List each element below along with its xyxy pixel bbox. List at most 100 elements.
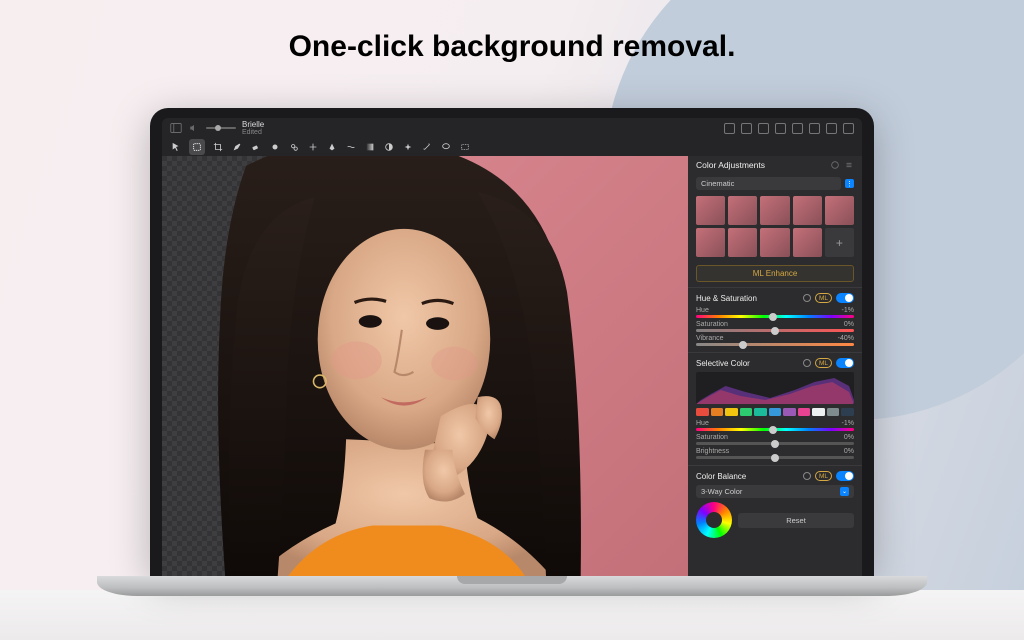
section-title: Selective Color [696,359,803,368]
sel-saturation-slider[interactable]: Saturation0% [696,434,854,445]
marketing-headline: One-click background removal. [0,30,1024,64]
preset-thumb[interactable] [760,196,789,225]
preset-thumb[interactable] [696,228,725,257]
section-title: Hue & Saturation [696,294,803,303]
sel-brightness-slider[interactable]: Brightness0% [696,448,854,459]
preset-thumb[interactable] [696,196,725,225]
add-icon[interactable] [809,123,820,134]
preset-thumb[interactable] [825,196,854,225]
vibrance-slider[interactable]: Vibrance-40% [696,335,854,346]
clone-tool[interactable] [288,141,300,153]
preset-name: Cinematic [696,177,841,190]
color-swatch[interactable] [711,408,724,416]
preset-selector[interactable]: Cinematic ⋮ [688,174,862,193]
panel-menu-icon[interactable] [844,160,854,170]
warp-tool[interactable] [345,141,357,153]
sidebar-icon[interactable] [170,122,182,134]
adjust-tool[interactable] [383,141,395,153]
color-swatch[interactable] [841,408,854,416]
add-preset-button[interactable]: + [825,228,854,257]
preset-thumb[interactable] [793,196,822,225]
arrow-tool[interactable] [170,141,182,153]
preset-thumb[interactable] [728,228,757,257]
reset-button[interactable]: Reset [738,513,854,528]
volume-icon[interactable] [188,122,200,134]
hue-slider[interactable]: Hue-1% [696,307,854,318]
preset-thumb[interactable] [760,228,789,257]
ml-badge: ML [815,293,832,303]
panel-reset-icon[interactable] [830,160,840,170]
ml-badge: ML [815,358,832,368]
photo-subject [162,156,688,576]
preset-menu-icon[interactable]: ⋮ [845,179,854,188]
hue-saturation-section: Hue & Saturation ML Hue-1% Saturation0% [688,287,862,352]
info-icon[interactable] [775,123,786,134]
laptop-base [97,576,927,596]
adjustments-panel: Color Adjustments Cinematic ⋮ [688,156,862,576]
inspector-icon[interactable] [843,123,854,134]
preset-thumb[interactable] [793,228,822,257]
panel-title: Color Adjustments [696,160,765,170]
repair-tool[interactable] [307,141,319,153]
crop-tool[interactable] [212,141,224,153]
color-swatch[interactable] [769,408,782,416]
document-name: Brielle [242,120,264,129]
section-toggle[interactable] [836,358,854,368]
effects-tool[interactable] [402,141,414,153]
balance-mode-dropdown[interactable]: 3-Way Color ⌄ [696,485,854,498]
screen-bezel: Brielle Edited [150,108,874,576]
person-icon[interactable] [741,123,752,134]
export-icon[interactable] [792,123,803,134]
layers-icon[interactable] [724,123,735,134]
main-area: ✕ [162,156,862,576]
pen-tool[interactable] [326,141,338,153]
color-swatches [696,408,854,416]
canvas[interactable]: ✕ [162,156,688,576]
saturation-slider[interactable]: Saturation0% [696,321,854,332]
wand-tool[interactable] [421,141,433,153]
tools-toolbar [162,138,862,156]
text-icon[interactable] [758,123,769,134]
color-swatch[interactable] [740,408,753,416]
section-toggle[interactable] [836,293,854,303]
sel-hue-slider[interactable]: Hue-1% [696,420,854,431]
color-swatch[interactable] [827,408,840,416]
preset-thumbnails: + [688,193,862,260]
document-info: Brielle Edited [242,120,264,136]
eraser-tool[interactable] [250,141,262,153]
color-swatch[interactable] [696,408,709,416]
desk-surface [0,590,1024,640]
selective-color-section: Selective Color ML [688,352,862,465]
panel-header: Color Adjustments [688,156,862,174]
chevron-down-icon: ⌄ [840,487,849,496]
document-status: Edited [242,129,264,136]
color-swatch[interactable] [783,408,796,416]
gradient-tool[interactable] [364,141,376,153]
ml-enhance-button[interactable]: ML Enhance [696,265,854,282]
titlebar-actions [724,123,854,134]
section-toggle[interactable] [836,471,854,481]
app-screen: Brielle Edited [162,118,862,576]
lasso-tool[interactable] [440,141,452,153]
color-balance-section: Color Balance ML 3-Way Color ⌄ Reset [688,465,862,541]
color-swatch[interactable] [754,408,767,416]
reset-icon[interactable] [803,294,811,302]
color-swatch[interactable] [812,408,825,416]
color-wheel[interactable] [696,502,732,538]
brush-tool[interactable] [231,141,243,153]
selection-tool[interactable] [189,139,205,155]
reset-icon[interactable] [803,359,811,367]
ml-badge: ML [815,471,832,481]
zoom-slider[interactable] [206,127,236,129]
paint-tool[interactable] [269,141,281,153]
share-icon[interactable] [826,123,837,134]
laptop-mockup: Brielle Edited [150,108,874,596]
histogram [696,372,854,404]
preset-thumb[interactable] [728,196,757,225]
reset-icon[interactable] [803,472,811,480]
section-title: Color Balance [696,472,803,481]
color-swatch[interactable] [798,408,811,416]
color-swatch[interactable] [725,408,738,416]
marquee-tool[interactable] [459,141,471,153]
titlebar: Brielle Edited [162,118,862,138]
